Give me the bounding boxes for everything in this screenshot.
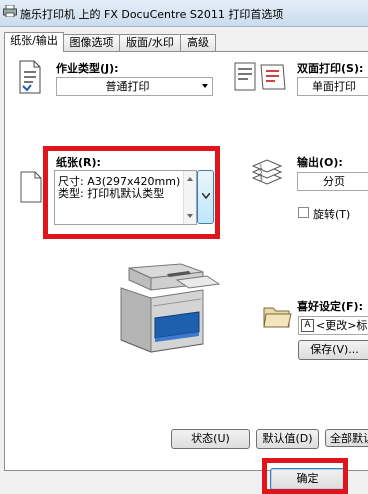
tab-label: 纸张/输出 [10, 34, 58, 47]
printer-illustration [120, 263, 221, 353]
rotate-label: 旋转(T) [313, 208, 351, 221]
tab-panel: 作业类型(J): 普通打印 双面打印(S): 单面打印 纸张(R): 尺寸: A… [4, 51, 368, 471]
favorites-select[interactable]: A <更改>标准 [298, 316, 368, 335]
folder-icon [263, 307, 292, 328]
ok-highlight-box [262, 458, 348, 494]
output-select[interactable]: 分页 [297, 172, 368, 191]
tab-label: 版面/水印 [126, 36, 174, 49]
duplex-pages-icon [234, 62, 286, 91]
duplex-select[interactable]: 单面打印 [297, 77, 368, 96]
rotate-checkbox[interactable] [298, 207, 309, 218]
job-type-label: 作业类型(J): [56, 62, 119, 75]
status-button[interactable]: 状态(U) [171, 429, 250, 449]
defaults-button[interactable]: 默认值(D) [256, 429, 319, 449]
all-defaults-button[interactable]: 全部默认值 [325, 429, 368, 447]
output-value: 分页 [323, 175, 345, 188]
job-type-select[interactable]: 普通打印 [56, 77, 213, 96]
tab-paper-output[interactable]: 纸张/输出 [4, 32, 64, 52]
dialog-client: 纸张/输出 图像选项 版面/水印 高级 作业类型(J): 普通打印 双面打印(S… [0, 27, 368, 494]
job-type-value: 普通打印 [105, 80, 150, 93]
tab-advanced[interactable]: 高级 [180, 34, 216, 51]
tab-layout-watermark[interactable]: 版面/水印 [119, 34, 181, 51]
printer-icon [3, 5, 17, 17]
tab-image-options[interactable]: 图像选项 [63, 34, 120, 51]
window-title: 施乐打印机 上的 FX DocuCentre S2011 打印首选项 [20, 8, 284, 21]
title-bar: 施乐打印机 上的 FX DocuCentre S2011 打印首选项 [0, 0, 368, 27]
favorites-label: 喜好设定(F): [297, 300, 363, 313]
paper-page-icon [20, 171, 42, 203]
a-glyph-icon: A [301, 319, 314, 332]
paper-highlight-box [43, 146, 220, 239]
svg-text:3: 3 [259, 176, 263, 183]
duplex-label: 双面打印(S): [297, 62, 364, 75]
document-icon [19, 60, 41, 94]
save-favorites-button[interactable]: 保存(V)... [298, 340, 368, 360]
chevron-down-icon [202, 84, 208, 88]
collate-stack-icon: 1 2 3 [251, 159, 283, 185]
tab-label: 高级 [187, 36, 209, 49]
tab-label: 图像选项 [69, 36, 114, 49]
favorites-value: <更改>标准 [316, 319, 368, 332]
duplex-value: 单面打印 [312, 80, 356, 93]
output-label: 输出(O): [297, 156, 343, 169]
